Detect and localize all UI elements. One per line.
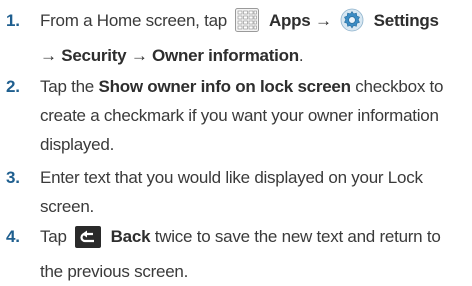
step-number: 1. bbox=[6, 11, 20, 30]
step-text-plain: Tap the bbox=[40, 77, 95, 96]
step-number: 3. bbox=[6, 168, 20, 187]
arrow: → bbox=[314, 11, 332, 30]
step-text: Tap Back twice to save the new text and … bbox=[40, 222, 472, 286]
step-text-plain: twice to save the new text and return to bbox=[154, 227, 441, 246]
apps-label: Apps bbox=[268, 11, 311, 30]
gear-icon bbox=[340, 8, 364, 41]
step-text: Tap the Show owner info on lock screen c… bbox=[40, 72, 472, 159]
step-line: From a Home screen, tap Apps → Settings bbox=[40, 6, 472, 41]
step-text-plain: Tap bbox=[40, 227, 67, 246]
owner-information-label: Owner information bbox=[152, 46, 299, 65]
step-number: 2. bbox=[6, 77, 20, 96]
step-line: create a checkmark if you want your owne… bbox=[40, 106, 439, 125]
security-label: Security bbox=[61, 46, 127, 65]
step-line: the previous screen. bbox=[40, 262, 189, 281]
step-text-plain: checkbox to bbox=[355, 77, 444, 96]
apps-grid-icon bbox=[235, 8, 260, 41]
step-line: Tap Back twice to save the new text and … bbox=[40, 222, 472, 257]
arrow: → bbox=[40, 46, 57, 65]
arrow: → bbox=[130, 46, 148, 65]
step-number: 4. bbox=[6, 227, 20, 246]
step-line: Enter text that you would like displayed… bbox=[40, 168, 423, 187]
back-label: Back bbox=[110, 227, 151, 246]
show-owner-info-label: Show owner info on lock screen bbox=[98, 77, 352, 96]
step-line: → Security → Owner information. bbox=[40, 41, 472, 70]
step-text-plain: From a Home screen, tap bbox=[40, 11, 227, 30]
back-arrow-icon bbox=[75, 226, 102, 257]
step-line: displayed. bbox=[40, 135, 115, 154]
step-text: From a Home screen, tap Apps → Settings … bbox=[40, 6, 472, 70]
step-line: Tap the Show owner info on lock screen c… bbox=[40, 72, 472, 101]
period: . bbox=[298, 46, 304, 65]
settings-label: Settings bbox=[373, 11, 439, 30]
step-line: screen. bbox=[40, 197, 94, 216]
step-text: Enter text that you would like displayed… bbox=[40, 163, 472, 221]
